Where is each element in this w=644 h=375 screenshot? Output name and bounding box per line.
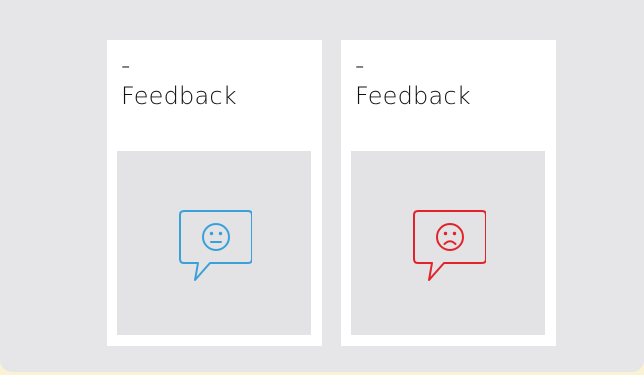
card-media: [117, 151, 311, 335]
card-prefix: -: [121, 51, 131, 81]
card-heading: - Feedback: [355, 53, 548, 113]
negative-feedback-icon: [413, 210, 486, 281]
feedback-panel: - Feedback - Feedback: [0, 0, 644, 372]
screen-frame: - Feedback - Feedback: [0, 0, 644, 375]
card-title: Feedback: [121, 82, 237, 110]
feedback-card-neutral[interactable]: - Feedback: [107, 40, 322, 346]
card-heading: - Feedback: [121, 53, 314, 113]
feedback-card-negative[interactable]: - Feedback: [341, 40, 556, 346]
card-title: Feedback: [355, 82, 471, 110]
card-media: [351, 151, 545, 335]
neutral-feedback-icon: [179, 210, 252, 281]
card-prefix: -: [355, 51, 365, 81]
